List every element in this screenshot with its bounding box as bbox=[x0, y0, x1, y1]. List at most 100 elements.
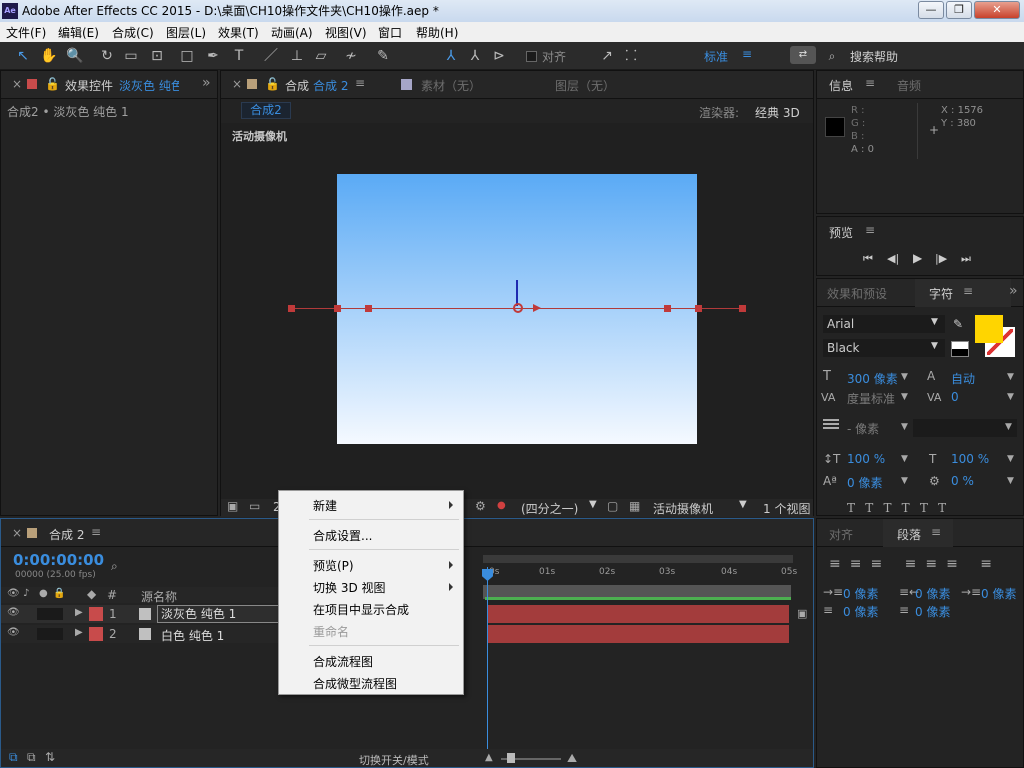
zoom-in-icon[interactable]: ⛰ bbox=[567, 751, 577, 766]
maximize-button[interactable]: ❐ bbox=[946, 1, 972, 19]
menu-layer[interactable]: 图层(L) bbox=[166, 24, 206, 41]
layer-1-track[interactable] bbox=[487, 605, 789, 623]
chevron-down-icon[interactable]: ▼ bbox=[901, 372, 908, 382]
panel-overflow-icon[interactable]: » bbox=[202, 75, 211, 91]
tab-paragraph[interactable]: 段落 bbox=[897, 526, 921, 543]
always-preview-icon[interactable]: ▣ bbox=[227, 499, 238, 513]
sync-settings-icon[interactable]: ⇄ bbox=[790, 46, 816, 64]
panel-menu-icon[interactable]: ≡ bbox=[963, 284, 973, 298]
keyframe-handle[interactable] bbox=[739, 305, 746, 312]
expand-arrow-icon[interactable]: ▶ bbox=[75, 607, 83, 618]
tab-audio[interactable]: 音频 bbox=[897, 77, 921, 94]
vertical-scale-value[interactable]: 100 % bbox=[847, 452, 885, 466]
chevron-down-icon[interactable]: ▼ bbox=[901, 392, 908, 402]
puppet-tool-icon[interactable]: ✎ bbox=[374, 47, 392, 65]
world-axis-icon[interactable]: ⅄ bbox=[466, 47, 484, 65]
indent-left-value[interactable]: 0 像素 bbox=[843, 585, 878, 602]
keyframe-handle[interactable] bbox=[334, 305, 341, 312]
tab-composition[interactable]: 合成 bbox=[285, 77, 309, 94]
time-ruler[interactable]: 0s 01s 02s 03s 04s 05s bbox=[481, 567, 797, 583]
x-axis-arrow-icon[interactable] bbox=[533, 304, 541, 312]
last-frame-icon[interactable]: ⏭ bbox=[961, 252, 971, 266]
keyframe-handle[interactable] bbox=[695, 305, 702, 312]
menu-item-reveal[interactable]: 在项目中显示合成 bbox=[313, 601, 409, 618]
kerning-value[interactable]: 度量标准 bbox=[847, 390, 895, 407]
tab-character[interactable]: 字符 bbox=[929, 285, 953, 302]
chevron-down-icon[interactable]: ▼ bbox=[1007, 392, 1014, 402]
menu-item-switch-3d[interactable]: 切换 3D 视图 bbox=[313, 579, 386, 596]
source-name-column-header[interactable]: 源名称 bbox=[141, 588, 177, 605]
search-icon[interactable]: ⌕ bbox=[111, 559, 118, 574]
menu-window[interactable]: 窗口 bbox=[378, 24, 402, 41]
anchor-point-icon[interactable] bbox=[513, 303, 523, 313]
space-after-value[interactable]: 0 像素 bbox=[915, 603, 950, 620]
panel-menu-icon[interactable]: ≡ bbox=[931, 525, 941, 539]
selection-tool-icon[interactable]: ↖ bbox=[14, 47, 32, 65]
comp-name-chip[interactable]: 合成2 bbox=[241, 102, 291, 119]
hand-tool-icon[interactable]: ✋ bbox=[40, 47, 58, 65]
menu-help[interactable]: 帮助(H) bbox=[416, 24, 458, 41]
alignment-buttons[interactable]: ≡≡≡ ≡≡≡ ≡ bbox=[829, 556, 1001, 572]
keyframe-handle[interactable] bbox=[288, 305, 295, 312]
close-icon[interactable]: × bbox=[232, 77, 242, 91]
effects-target-layer[interactable]: 淡灰色 纯色 bbox=[119, 77, 179, 94]
snap-edge-icon[interactable]: ↗ bbox=[598, 47, 616, 65]
transfer-controls-icon[interactable]: ⧉ bbox=[27, 750, 36, 765]
region-of-interest-icon[interactable]: ▢ bbox=[607, 499, 618, 513]
zoom-out-icon[interactable]: ▲ bbox=[485, 752, 493, 763]
lock-icon[interactable]: 🔓 bbox=[45, 77, 60, 91]
search-help-input[interactable]: 搜索帮助 bbox=[850, 48, 898, 65]
stroke-width-value[interactable]: - 像素 bbox=[847, 420, 879, 437]
menu-item-flowchart[interactable]: 合成流程图 bbox=[313, 653, 373, 670]
panel-menu-icon[interactable]: ≡ bbox=[355, 76, 365, 90]
eye-icon[interactable]: 👁 bbox=[7, 627, 20, 638]
chevron-down-icon[interactable]: ▼ bbox=[901, 454, 908, 464]
search-icon[interactable]: ⌕ bbox=[823, 47, 841, 65]
local-axis-icon[interactable]: ⅄ bbox=[442, 47, 460, 65]
tab-align[interactable]: 对齐 bbox=[829, 526, 853, 543]
keyframe-handle[interactable] bbox=[365, 305, 372, 312]
previous-frame-icon[interactable]: ◀| bbox=[887, 252, 899, 265]
font-family-select[interactable]: Arial bbox=[823, 315, 945, 333]
transparency-grid-icon[interactable]: ▦ bbox=[629, 499, 640, 513]
menu-item-new[interactable]: 新建 bbox=[313, 497, 337, 514]
menu-item-mini-flowchart[interactable]: 合成微型流程图 bbox=[313, 675, 397, 692]
menu-animation[interactable]: 动画(A) bbox=[271, 24, 313, 41]
chevron-down-icon[interactable]: ▼ bbox=[931, 317, 938, 327]
eye-icon[interactable]: 👁 bbox=[7, 607, 20, 618]
indent-right-value[interactable]: 0 像素 bbox=[915, 585, 950, 602]
pen-tool-icon[interactable]: ✒ bbox=[204, 47, 222, 65]
chevron-down-icon[interactable]: ▼ bbox=[1007, 476, 1014, 486]
tab-layer[interactable]: 图层（无） bbox=[555, 77, 615, 94]
close-icon[interactable]: × bbox=[12, 77, 22, 91]
snap-checkbox[interactable] bbox=[526, 51, 537, 62]
font-style-select[interactable]: Black bbox=[823, 339, 945, 357]
tab-footage[interactable]: 素材（无） bbox=[421, 77, 481, 94]
panel-menu-icon[interactable]: ≡ bbox=[865, 76, 875, 90]
channel-icon[interactable]: ⚙ bbox=[475, 499, 486, 513]
tab-effects-controls[interactable]: 效果控件 bbox=[65, 77, 113, 94]
renderer-value[interactable]: 经典 3D bbox=[755, 104, 800, 121]
default-colors-icon[interactable] bbox=[951, 341, 969, 357]
current-time-indicator[interactable] bbox=[487, 567, 488, 749]
tab-effects-presets[interactable]: 效果和预设 bbox=[827, 285, 887, 302]
tracking-value[interactable]: 0 bbox=[951, 390, 959, 404]
type-tool-icon[interactable]: T bbox=[230, 47, 248, 65]
camera-view-select[interactable]: 活动摄像机 bbox=[653, 500, 713, 517]
chevron-down-icon[interactable]: ▼ bbox=[1005, 422, 1012, 432]
timestretch-icon[interactable]: ⇅ bbox=[45, 750, 55, 764]
chevron-down-icon[interactable]: ▼ bbox=[1007, 372, 1014, 382]
menu-edit[interactable]: 编辑(E) bbox=[58, 24, 99, 41]
layer-label-swatch[interactable] bbox=[89, 627, 103, 641]
menu-item-preview[interactable]: 预览(P) bbox=[313, 557, 354, 574]
views-select[interactable]: 1 个视图 bbox=[763, 500, 810, 517]
keyframe-handle[interactable] bbox=[664, 305, 671, 312]
close-button[interactable]: ✕ bbox=[974, 1, 1020, 19]
chevron-down-icon[interactable]: ▼ bbox=[1007, 454, 1014, 464]
chevron-down-icon[interactable]: ▼ bbox=[901, 422, 908, 432]
clone-stamp-tool-icon[interactable]: ⊥ bbox=[288, 47, 306, 65]
tab-timeline[interactable]: 合成 2 bbox=[49, 526, 84, 543]
layer-name[interactable]: 淡灰色 纯色 1 bbox=[157, 605, 281, 623]
monitor-icon[interactable]: ▭ bbox=[249, 499, 260, 513]
panel-overflow-icon[interactable]: » bbox=[1009, 283, 1018, 299]
